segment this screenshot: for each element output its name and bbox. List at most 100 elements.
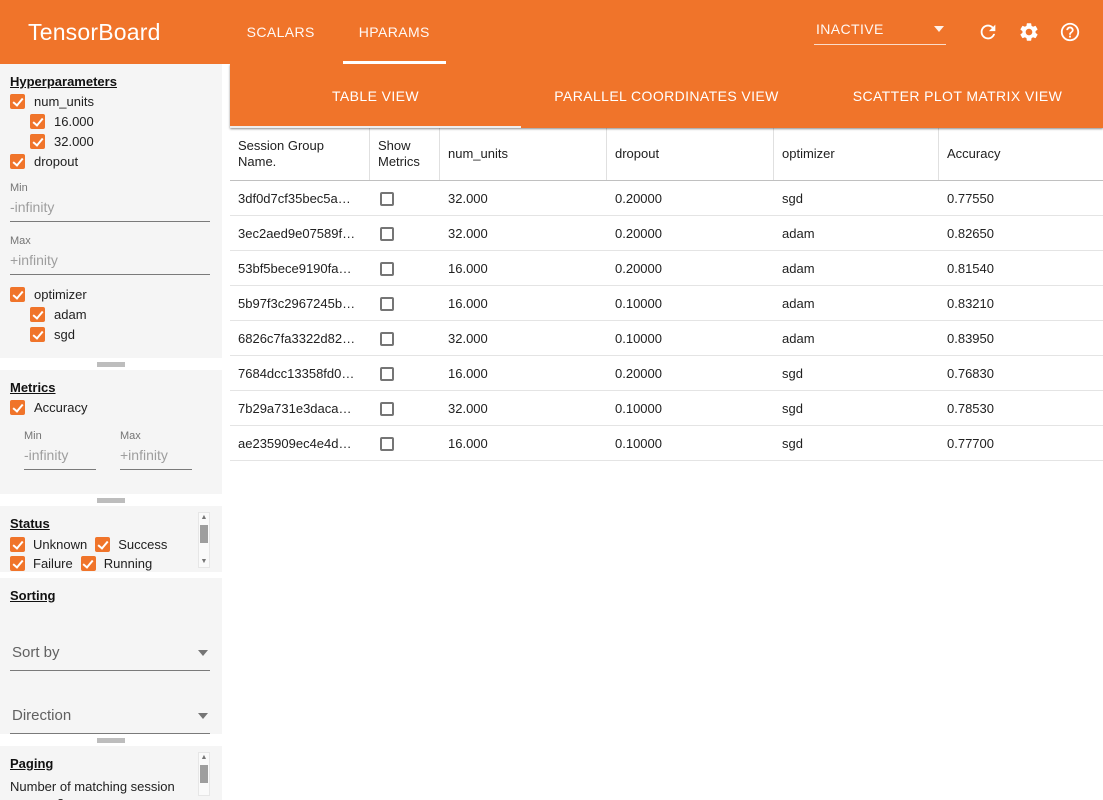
- table-row: 5b97f3c2967245b… 16.000 0.10000 adam 0.8…: [230, 286, 1103, 321]
- dropout-max-input[interactable]: [10, 247, 210, 275]
- app-title: TensorBoard: [28, 19, 161, 46]
- drag-handle[interactable]: [97, 362, 125, 367]
- checkbox-checked-icon[interactable]: [30, 114, 45, 129]
- session-group-name[interactable]: 7b29a731e3daca…: [230, 401, 370, 416]
- hparam-dropout[interactable]: dropout: [10, 154, 210, 169]
- checkbox-checked-icon[interactable]: [95, 537, 110, 552]
- view-tabs: TABLE VIEW PARALLEL COORDINATES VIEW SCA…: [230, 64, 1103, 128]
- hparams-sidebar: Hyperparameters num_units 16.000 32.000 …: [0, 64, 222, 800]
- help-button[interactable]: [1057, 19, 1083, 45]
- accuracy-value: 0.82650: [939, 226, 1103, 241]
- checkbox-checked-icon[interactable]: [10, 154, 25, 169]
- accuracy-value: 0.78530: [939, 401, 1103, 416]
- column-header-num-units: num_units: [440, 128, 607, 180]
- dropout-min-input[interactable]: [10, 194, 210, 222]
- checkbox-checked-icon[interactable]: [10, 400, 25, 415]
- hparam-optimizer[interactable]: optimizer: [10, 287, 210, 302]
- paging-scrollbar[interactable]: ▲: [198, 752, 210, 796]
- drag-handle[interactable]: [97, 738, 125, 743]
- show-metrics-checkbox[interactable]: [380, 262, 394, 276]
- checkbox-checked-icon[interactable]: [30, 307, 45, 322]
- column-header-session-group-name: Session Group Name.: [230, 128, 370, 180]
- hparam-num-units[interactable]: num_units: [10, 94, 210, 109]
- hparam-value-16[interactable]: 16.000: [30, 114, 210, 129]
- column-header-dropout: dropout: [607, 128, 774, 180]
- tab-table-view[interactable]: TABLE VIEW: [230, 64, 521, 128]
- hparam-dropout-label: dropout: [34, 154, 78, 169]
- top-nav-tabs: SCALARS HPARAMS: [225, 0, 452, 64]
- scroll-up-icon[interactable]: ▲: [199, 753, 209, 763]
- settings-button[interactable]: [1016, 19, 1042, 45]
- hparam-num-units-label: num_units: [34, 94, 94, 109]
- status-option-label: Unknown: [33, 537, 87, 552]
- direction-select[interactable]: Direction: [10, 702, 210, 734]
- checkbox-checked-icon[interactable]: [81, 556, 96, 571]
- session-group-name[interactable]: ae235909ec4e4d…: [230, 436, 370, 451]
- session-group-name[interactable]: 3df0d7cf35bec5a…: [230, 191, 370, 206]
- hparam-value-adam[interactable]: adam: [30, 307, 210, 322]
- status-title: Status: [10, 516, 210, 531]
- scroll-down-icon[interactable]: ▼: [199, 557, 209, 567]
- dropout-value: 0.10000: [607, 401, 774, 416]
- refresh-button[interactable]: [975, 19, 1001, 45]
- session-group-name[interactable]: 5b97f3c2967245b…: [230, 296, 370, 311]
- hparam-value-sgd-label: sgd: [54, 327, 75, 342]
- hparam-value-32[interactable]: 32.000: [30, 134, 210, 149]
- chevron-down-icon: [934, 26, 944, 32]
- checkbox-checked-icon[interactable]: [10, 556, 25, 571]
- accuracy-value: 0.77550: [939, 191, 1103, 206]
- checkbox-checked-icon[interactable]: [10, 537, 25, 552]
- status-scrollbar[interactable]: ▲ ▼: [198, 512, 210, 568]
- checkbox-checked-icon[interactable]: [10, 94, 25, 109]
- tab-hparams[interactable]: HPARAMS: [337, 0, 452, 64]
- dropout-value: 0.20000: [607, 261, 774, 276]
- dropout-value: 0.10000: [607, 331, 774, 346]
- tab-scatter-plot-matrix-view[interactable]: SCATTER PLOT MATRIX VIEW: [812, 64, 1103, 128]
- show-metrics-checkbox[interactable]: [380, 437, 394, 451]
- reload-status-select[interactable]: INACTIVE: [814, 19, 946, 45]
- status-option-label: Running: [104, 556, 152, 571]
- optimizer-value: sgd: [774, 366, 939, 381]
- drag-handle[interactable]: [97, 498, 125, 503]
- sort-by-value: Sort by: [12, 644, 60, 661]
- tab-scalars[interactable]: SCALARS: [225, 0, 337, 64]
- session-group-name[interactable]: 53bf5bece9190fa…: [230, 261, 370, 276]
- optimizer-value: adam: [774, 331, 939, 346]
- table-row: 7b29a731e3daca… 32.000 0.10000 sgd 0.785…: [230, 391, 1103, 426]
- num-units-value: 32.000: [440, 226, 607, 241]
- metric-max-input[interactable]: [120, 442, 192, 470]
- scroll-up-icon[interactable]: ▲: [199, 513, 209, 523]
- session-group-name[interactable]: 3ec2aed9e07589f…: [230, 226, 370, 241]
- metric-min-input[interactable]: [24, 442, 96, 470]
- table-row: 6826c7fa3322d82… 32.000 0.10000 adam 0.8…: [230, 321, 1103, 356]
- status-option-success[interactable]: Success: [95, 537, 167, 552]
- metric-accuracy[interactable]: Accuracy: [10, 400, 210, 415]
- show-metrics-checkbox[interactable]: [380, 227, 394, 241]
- dropout-min-label: Min: [10, 182, 210, 194]
- hparam-value-sgd[interactable]: sgd: [30, 327, 210, 342]
- accuracy-value: 0.77700: [939, 436, 1103, 451]
- show-metrics-checkbox[interactable]: [380, 367, 394, 381]
- checkbox-checked-icon[interactable]: [10, 287, 25, 302]
- show-metrics-cell: [370, 365, 440, 381]
- checkbox-checked-icon[interactable]: [30, 327, 45, 342]
- dropout-value: 0.20000: [607, 226, 774, 241]
- session-group-name[interactable]: 6826c7fa3322d82…: [230, 331, 370, 346]
- scrollbar-thumb[interactable]: [200, 765, 208, 783]
- scrollbar-thumb[interactable]: [200, 525, 208, 543]
- gear-icon: [1018, 21, 1040, 43]
- show-metrics-checkbox[interactable]: [380, 297, 394, 311]
- refresh-icon: [977, 21, 999, 43]
- session-group-name[interactable]: 7684dcc13358fd0…: [230, 366, 370, 381]
- show-metrics-checkbox[interactable]: [380, 192, 394, 206]
- status-option-running[interactable]: Running: [81, 556, 152, 571]
- checkbox-checked-icon[interactable]: [30, 134, 45, 149]
- status-option-failure[interactable]: Failure: [10, 556, 73, 571]
- show-metrics-checkbox[interactable]: [380, 402, 394, 416]
- show-metrics-checkbox[interactable]: [380, 332, 394, 346]
- status-option-unknown[interactable]: Unknown: [10, 537, 87, 552]
- sort-by-select[interactable]: Sort by: [10, 639, 210, 671]
- help-icon: [1059, 21, 1081, 43]
- tab-parallel-coordinates-view[interactable]: PARALLEL COORDINATES VIEW: [521, 64, 812, 128]
- num-units-value: 32.000: [440, 191, 607, 206]
